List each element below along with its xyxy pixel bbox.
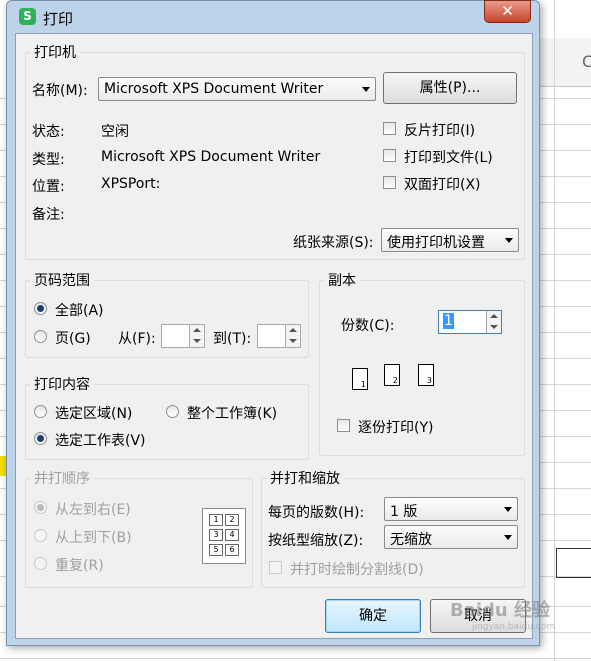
chevron-down-icon — [362, 87, 370, 92]
preview-cell: 1 — [209, 514, 223, 526]
pages-per-sheet-select[interactable]: 1 版 — [384, 497, 518, 521]
grid-line — [554, 0, 555, 661]
print-dialog: S 打印 ✕ 打印机 名称(M): Microsoft XPS Document… — [6, 0, 540, 646]
from-page-spinner[interactable] — [161, 324, 205, 348]
collate-page-number: 2 — [392, 376, 398, 385]
copies-title: 副本 — [328, 273, 356, 289]
printer-name-value: Microsoft XPS Document Writer — [104, 81, 324, 97]
reverse-print-label[interactable]: 反片打印(I) — [404, 120, 475, 140]
copies-count-label: 份数(C): — [341, 318, 395, 334]
from-label: 从(F): — [118, 331, 156, 347]
workbook-label[interactable]: 整个工作簿(K) — [187, 403, 277, 423]
location-label: 位置: — [32, 179, 65, 195]
chevron-down-icon — [504, 535, 512, 540]
selection-label[interactable]: 选定区域(N) — [55, 403, 132, 423]
paper-source-label: 纸张来源(S): — [293, 235, 374, 251]
preview-cell: 5 — [209, 544, 223, 556]
reverse-print-checkbox[interactable] — [383, 122, 396, 135]
printer-group-title: 打印机 — [34, 45, 76, 61]
preview-cell: 4 — [225, 529, 239, 541]
print-content-title: 打印内容 — [34, 377, 90, 393]
grid-line — [0, 658, 591, 659]
all-pages-radio[interactable] — [34, 302, 47, 315]
paper-source-value: 使用打印机设置 — [387, 235, 485, 251]
active-cell[interactable] — [556, 548, 591, 578]
dialog-body: 打印机 名称(M): Microsoft XPS Document Writer… — [15, 33, 533, 639]
copies-count-spinner[interactable]: 1 — [438, 310, 502, 334]
preview-cell: 6 — [225, 544, 239, 556]
watermark-logo: Baidu 经验 — [450, 600, 551, 621]
copies-count-value[interactable]: 1 — [443, 313, 454, 329]
top-bottom-radio[interactable] — [34, 529, 47, 542]
printer-name-label: 名称(M): — [32, 83, 88, 99]
preview-cell: 3 — [209, 529, 223, 541]
draw-borders-label[interactable]: 并打时绘制分割线(D) — [290, 559, 424, 579]
pages-per-sheet-value: 1 版 — [390, 504, 418, 520]
scale-to-paper-label: 按纸型缩放(Z): — [268, 533, 364, 549]
workbook-radio[interactable] — [166, 405, 179, 418]
duplex-print-label[interactable]: 双面打印(X) — [404, 174, 481, 194]
chevron-down-icon — [505, 238, 513, 243]
sheet-label[interactable]: 选定工作表(V) — [55, 430, 146, 450]
close-button[interactable]: ✕ — [484, 0, 531, 23]
spin-down-icon[interactable] — [189, 336, 204, 347]
left-right-radio[interactable] — [34, 501, 47, 514]
page-range-title: 页码范围 — [34, 273, 90, 289]
pages-per-sheet-label: 每页的版数(H): — [268, 505, 365, 521]
selection-radio[interactable] — [34, 405, 47, 418]
duplex-print-checkbox[interactable] — [383, 176, 396, 189]
left-right-label[interactable]: 从左到右(E) — [55, 499, 131, 519]
status-label: 状态: — [32, 124, 65, 140]
preview-cell: 2 — [225, 514, 239, 526]
scaling-title: 并打和缩放 — [270, 471, 340, 487]
scale-to-paper-value: 无缩放 — [390, 532, 432, 548]
app-icon: S — [19, 8, 36, 25]
repeat-radio[interactable] — [34, 557, 47, 570]
type-value: Microsoft XPS Document Writer — [101, 149, 321, 165]
page-range-label[interactable]: 页(G) — [55, 328, 91, 348]
scale-to-paper-select[interactable]: 无缩放 — [384, 525, 518, 549]
repeat-label[interactable]: 重复(R) — [55, 555, 104, 575]
draw-borders-checkbox[interactable] — [269, 561, 282, 574]
status-value: 空闲 — [101, 124, 129, 140]
spin-down-icon[interactable] — [486, 322, 501, 333]
print-order-title: 并打顺序 — [34, 471, 90, 487]
collate-page-number: 3 — [426, 376, 432, 385]
properties-button[interactable]: 属性(P)... — [383, 72, 517, 104]
collate-page-number: 1 — [360, 380, 366, 389]
sheet-radio[interactable] — [34, 432, 47, 445]
type-label: 类型: — [32, 152, 65, 168]
print-order-preview: 1 2 3 4 5 6 — [202, 508, 246, 564]
to-label: 到(T): — [213, 331, 252, 347]
chevron-down-icon — [504, 507, 512, 512]
collate-page-icon: 1 — [352, 368, 368, 390]
all-pages-label[interactable]: 全部(A) — [55, 300, 104, 320]
print-to-file-checkbox[interactable] — [383, 149, 396, 162]
collate-page-icon: 3 — [418, 364, 434, 386]
collate-label[interactable]: 逐份打印(Y) — [358, 417, 433, 437]
location-value: XPSPort: — [101, 176, 161, 192]
dialog-title: 打印 — [43, 10, 74, 28]
page-range-radio[interactable] — [34, 330, 47, 343]
title-bar[interactable]: S 打印 ✕ — [7, 0, 539, 33]
column-header-c: C — [582, 52, 591, 71]
printer-name-select[interactable]: Microsoft XPS Document Writer — [98, 77, 376, 101]
top-bottom-label[interactable]: 从上到下(B) — [55, 527, 132, 547]
ok-button[interactable]: 确定 — [325, 599, 421, 633]
spin-down-icon[interactable] — [285, 336, 300, 347]
paper-source-select[interactable]: 使用打印机设置 — [381, 228, 519, 252]
collate-checkbox[interactable] — [337, 419, 350, 432]
watermark-url: jingyan.baidu.com — [472, 622, 556, 632]
to-page-spinner[interactable] — [257, 324, 301, 348]
print-to-file-label[interactable]: 打印到文件(L) — [404, 147, 493, 167]
comment-label: 备注: — [32, 207, 65, 223]
collate-page-icon: 2 — [384, 364, 400, 386]
